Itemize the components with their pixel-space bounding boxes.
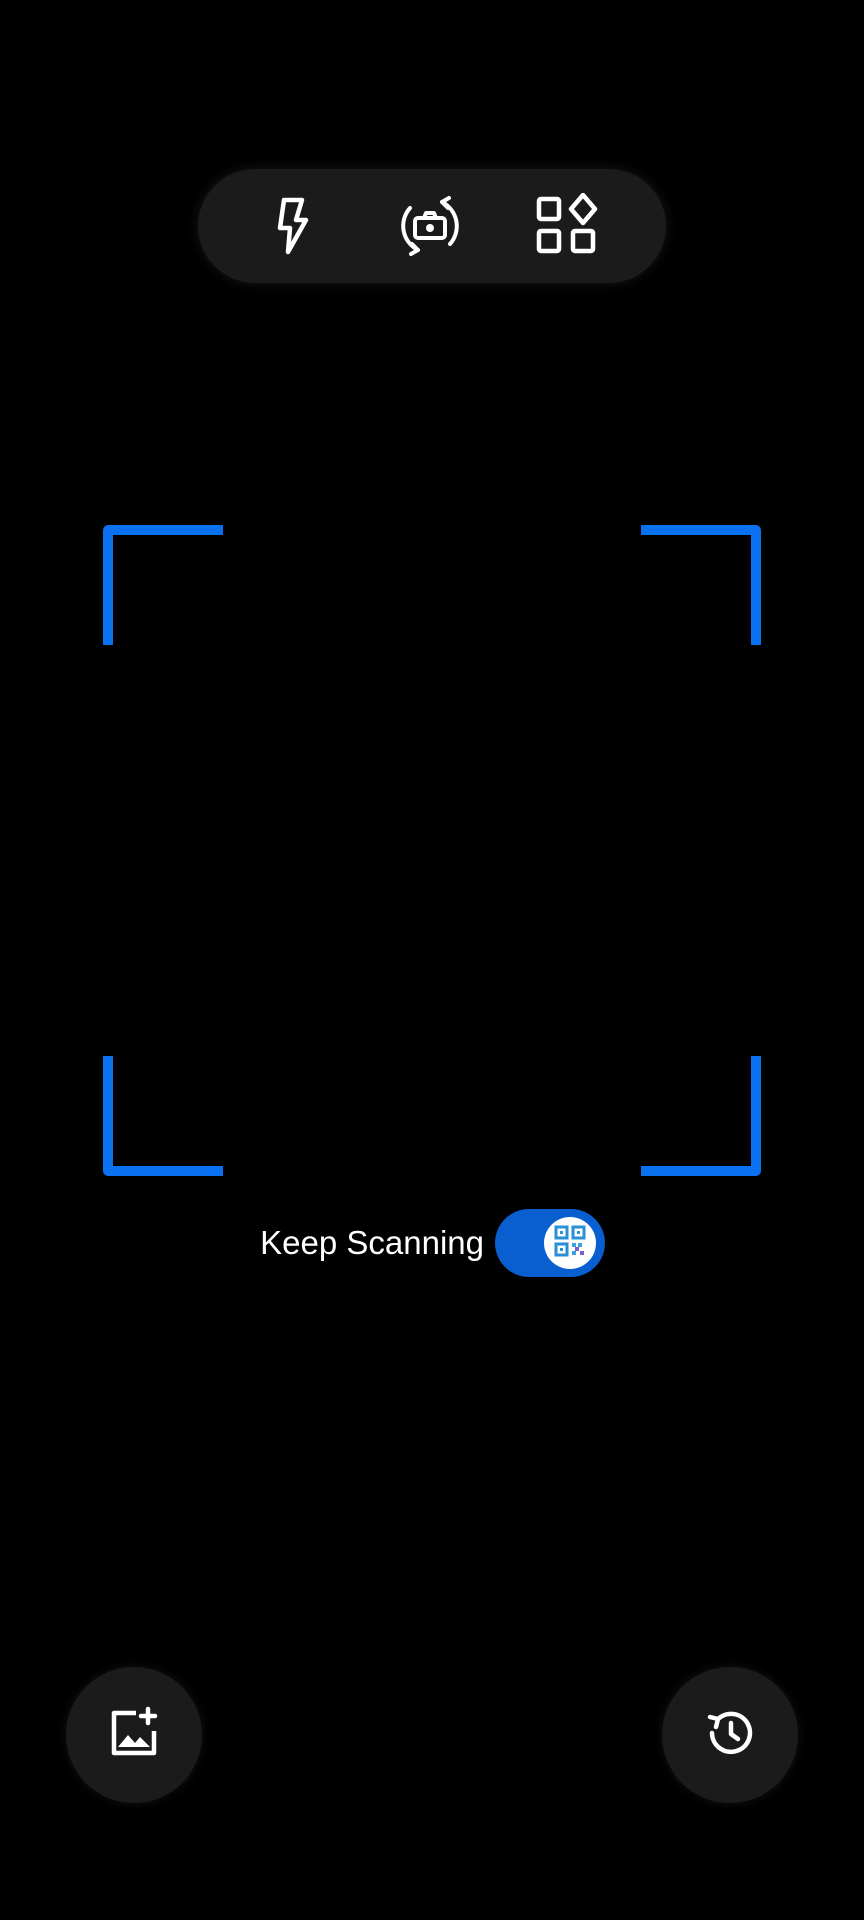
add-image-button[interactable]	[66, 1667, 202, 1803]
scan-frame-corner-bottom-left	[103, 1056, 223, 1176]
flash-icon	[262, 194, 322, 258]
camera-toolbar	[198, 169, 666, 283]
qr-code-icon	[554, 1225, 586, 1262]
keep-scanning-toggle[interactable]	[495, 1209, 605, 1277]
scan-frame-corner-bottom-right	[641, 1056, 761, 1176]
toggle-knob	[544, 1217, 596, 1269]
switch-camera-button[interactable]	[382, 178, 478, 274]
add-image-icon	[106, 1705, 162, 1766]
apps-button[interactable]	[520, 178, 616, 274]
scan-frame-corner-top-right	[641, 525, 761, 645]
keep-scanning-row: Keep Scanning	[0, 1209, 864, 1277]
keep-scanning-label: Keep Scanning	[260, 1224, 484, 1261]
history-button[interactable]	[662, 1667, 798, 1803]
scan-frame-corner-top-left	[103, 525, 223, 645]
flash-button[interactable]	[244, 178, 340, 274]
apps-icon	[535, 193, 601, 259]
history-icon	[702, 1705, 758, 1766]
rotate-camera-icon	[392, 188, 468, 264]
